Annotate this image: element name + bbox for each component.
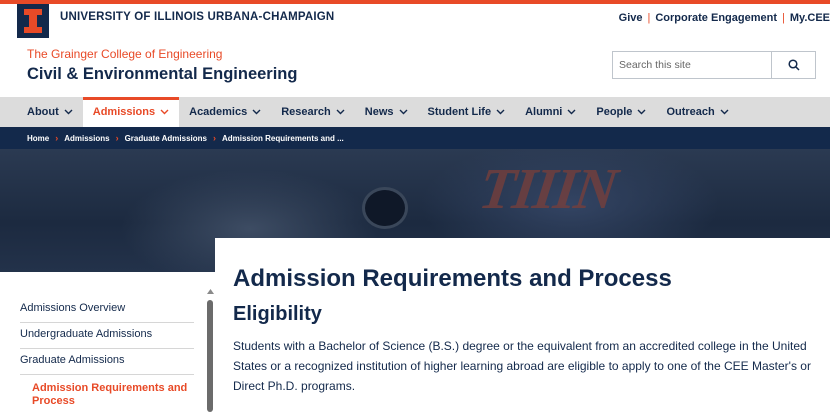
- block-i-logo-icon[interactable]: [17, 4, 49, 38]
- nav-item-people[interactable]: People: [586, 97, 656, 127]
- corporate-engagement-link[interactable]: Corporate Engagement: [655, 12, 777, 24]
- chevron-right-icon: ›: [212, 133, 216, 143]
- nav-item-admissions[interactable]: Admissions: [82, 97, 180, 127]
- utility-bar: UNIVERSITY OF ILLINOIS URBANA-CHAMPAIGN …: [0, 4, 830, 38]
- scrollbar[interactable]: [206, 287, 214, 412]
- sidebar-item-admissions-overview[interactable]: Admissions Overview: [20, 297, 194, 323]
- chevron-down-icon: [160, 109, 169, 115]
- nav-item-label: Student Life: [427, 106, 492, 118]
- nav-item-academics[interactable]: Academics: [179, 97, 271, 127]
- scrollbar-thumb[interactable]: [207, 300, 213, 412]
- nav-item-student-life[interactable]: Student Life: [418, 97, 516, 127]
- page-title: Admission Requirements and Process: [233, 265, 672, 292]
- nav-item-outreach[interactable]: Outreach: [656, 97, 738, 127]
- utility-separator: |: [647, 12, 651, 24]
- breadcrumb-home[interactable]: Home: [27, 134, 49, 143]
- department-name[interactable]: Civil & Environmental Engineering: [27, 65, 297, 84]
- chevron-down-icon: [252, 109, 261, 115]
- nav-item-label: Admissions: [92, 106, 156, 118]
- search-icon: [787, 59, 800, 71]
- nav-item-about[interactable]: About: [17, 97, 83, 127]
- utility-separator: |: [782, 12, 785, 24]
- breadcrumb-graduate-admissions[interactable]: Graduate Admissions: [125, 134, 207, 143]
- chevron-down-icon: [637, 109, 646, 115]
- sidebar-item-graduate-admissions[interactable]: Graduate Admissions: [20, 349, 194, 375]
- wristwatch-icon: [362, 187, 408, 229]
- nav-item-label: Research: [281, 106, 331, 118]
- nav-item-label: Alumni: [525, 106, 563, 118]
- chevron-down-icon: [567, 109, 576, 115]
- nav-item-label: Outreach: [666, 106, 715, 118]
- breadcrumb-current: Admission Requirements and ...: [221, 133, 344, 143]
- main-content: Admission Requirements and Process Eligi…: [215, 238, 830, 412]
- search-input[interactable]: [613, 52, 771, 78]
- my-cee-link[interactable]: My.CEE: [790, 12, 830, 24]
- hero-shirt-text: TIIIN: [475, 156, 620, 221]
- chevron-down-icon: [720, 109, 729, 115]
- nav-item-label: About: [27, 106, 59, 118]
- sidebar-item-undergraduate-admissions[interactable]: Undergraduate Admissions: [20, 323, 194, 349]
- chevron-down-icon: [496, 109, 505, 115]
- university-name[interactable]: UNIVERSITY OF ILLINOIS URBANA-CHAMPAIGN: [60, 11, 334, 23]
- give-link[interactable]: Give: [619, 12, 643, 24]
- nav-item-research[interactable]: Research: [271, 97, 355, 127]
- search-box: [612, 51, 816, 79]
- chevron-down-icon: [64, 109, 73, 115]
- college-name[interactable]: The Grainger College of Engineering: [27, 47, 222, 61]
- nav-item-label: Academics: [189, 106, 248, 118]
- breadcrumb: Home › Admissions › Graduate Admissions …: [0, 127, 830, 149]
- scroll-up-arrow-icon[interactable]: [206, 287, 214, 295]
- search-button[interactable]: [771, 52, 815, 78]
- chevron-down-icon: [336, 109, 345, 115]
- chevron-right-icon: ›: [115, 133, 119, 143]
- nav-item-alumni[interactable]: Alumni: [515, 97, 586, 127]
- main-nav: About Admissions Academics Research News…: [0, 97, 830, 127]
- nav-item-label: News: [364, 106, 394, 118]
- breadcrumb-admissions[interactable]: Admissions: [64, 134, 109, 143]
- sidebar-item-admission-requirements[interactable]: Admission Requirements and Process: [20, 375, 194, 412]
- chevron-down-icon: [399, 109, 408, 115]
- utility-links: Give | Corporate Engagement | My.CEE: [619, 12, 830, 24]
- eligibility-paragraph: Students with a Bachelor of Science (B.S…: [233, 339, 811, 393]
- nav-item-news[interactable]: News: [355, 97, 418, 127]
- section-title: Eligibility: [233, 303, 322, 325]
- nav-item-label: People: [596, 106, 633, 118]
- chevron-right-icon: ›: [55, 133, 59, 143]
- sidebar-nav: Admissions Overview Undergraduate Admiss…: [20, 297, 194, 412]
